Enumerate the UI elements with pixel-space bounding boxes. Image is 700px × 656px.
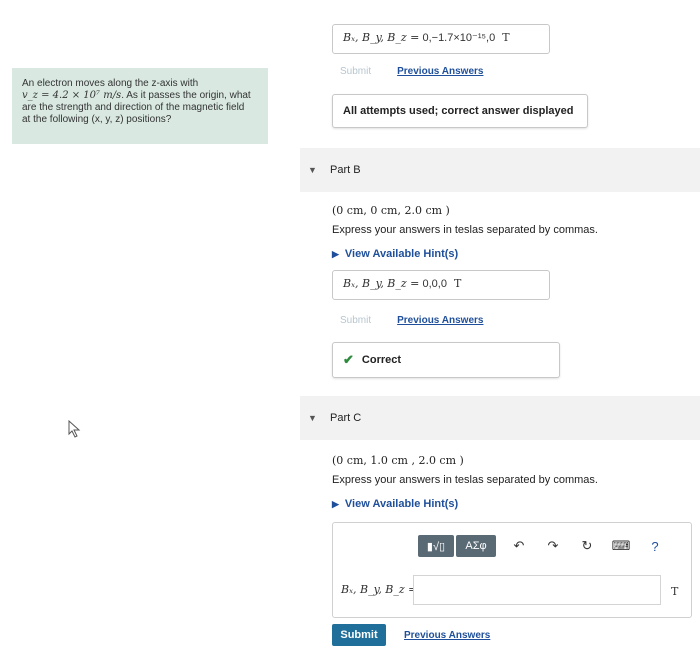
velocity-expression: v_z = 4.2 × 10⁷ m/s xyxy=(22,90,122,101)
part-a-feedback: All attempts used; correct answer displa… xyxy=(332,94,588,128)
part-a-submit-button[interactable]: Submit xyxy=(340,66,371,77)
part-b-hints-toggle[interactable]: ▶ View Available Hint(s) xyxy=(332,248,458,260)
part-b-answer-label: Bₓ, B_y, B_z = xyxy=(343,277,420,290)
part-c-answer-unit: T xyxy=(671,585,679,598)
part-b-coordinates: (0 cm, 0 cm, 2.0 cm ) xyxy=(332,204,450,217)
part-c-answer-input[interactable] xyxy=(413,575,661,605)
redo-icon[interactable]: ↷ xyxy=(540,538,566,554)
checkmark-icon: ✔ xyxy=(343,352,354,367)
part-c-answer-editor: ▮√▯ ΑΣφ ↶ ↷ ↻ ⌨ ? Bₓ, B_y, B_z = T xyxy=(332,522,692,618)
part-a-previous-answers-link[interactable]: Previous Answers xyxy=(397,66,483,77)
problem-line-4: at the following (x, y, z) positions? xyxy=(22,114,172,125)
reset-icon[interactable]: ↻ xyxy=(574,538,600,554)
part-c-header[interactable]: ▼ Part C xyxy=(300,396,700,440)
templates-button[interactable]: ▮√▯ xyxy=(418,535,454,557)
part-a-answer-field: Bₓ, B_y, B_z = 0,−1.7×10⁻¹⁵,0 T xyxy=(332,24,550,54)
part-c-instruction: Express your answers in teslas separated… xyxy=(332,474,598,486)
part-b-title: Part B xyxy=(330,164,361,176)
part-c-coordinates: (0 cm, 1.0 cm , 2.0 cm ) xyxy=(332,454,464,467)
part-b-answer-value: 0,0,0 xyxy=(422,278,447,290)
expand-triangle-icon: ▶ xyxy=(332,249,339,259)
problem-line-3: are the strength and direction of the ma… xyxy=(22,102,245,113)
part-c-hint-label: View Available Hint(s) xyxy=(344,498,459,510)
part-c-title: Part C xyxy=(330,412,362,424)
part-b-instruction: Express your answers in teslas separated… xyxy=(332,224,598,236)
part-a-answer-value: 0,−1.7×10⁻¹⁵,0 xyxy=(422,32,496,44)
symbols-button[interactable]: ΑΣφ xyxy=(456,535,496,557)
expand-triangle-icon: ▶ xyxy=(332,499,339,509)
part-b-header[interactable]: ▼ Part B xyxy=(300,148,700,192)
undo-icon[interactable]: ↶ xyxy=(506,538,532,554)
mouse-cursor-icon xyxy=(68,419,82,441)
part-b-answer-unit: T xyxy=(454,277,462,290)
part-b-answer-field: Bₓ, B_y, B_z = 0,0,0 T xyxy=(332,270,550,300)
part-b-hint-label: View Available Hint(s) xyxy=(344,248,459,260)
part-c-answer-label: Bₓ, B_y, B_z = xyxy=(341,583,418,596)
problem-statement: An electron moves along the z-axis with … xyxy=(12,68,268,144)
part-c-hints-toggle[interactable]: ▶ View Available Hint(s) xyxy=(332,498,458,510)
help-icon[interactable]: ? xyxy=(642,539,668,554)
problem-line-2: . As it passes the origin, what xyxy=(121,90,251,101)
part-a-answer-label: Bₓ, B_y, B_z = xyxy=(343,31,420,44)
part-b-submit-button[interactable]: Submit xyxy=(340,315,371,326)
keyboard-icon[interactable]: ⌨ xyxy=(608,538,634,554)
problem-line-1: An electron moves along the z-axis with xyxy=(22,78,199,89)
part-c-submit-button[interactable]: Submit xyxy=(332,624,386,646)
part-b-feedback-text: Correct xyxy=(361,354,402,366)
math-toolbar: ▮√▯ ΑΣφ ↶ ↷ ↻ ⌨ ? xyxy=(418,535,668,557)
collapse-caret-icon: ▼ xyxy=(308,165,317,175)
part-a-answer-unit: T xyxy=(502,31,510,44)
part-b-previous-answers-link[interactable]: Previous Answers xyxy=(397,315,483,326)
part-b-feedback: ✔ Correct xyxy=(332,342,560,378)
part-c-previous-answers-link[interactable]: Previous Answers xyxy=(404,630,490,641)
collapse-caret-icon: ▼ xyxy=(308,413,317,423)
